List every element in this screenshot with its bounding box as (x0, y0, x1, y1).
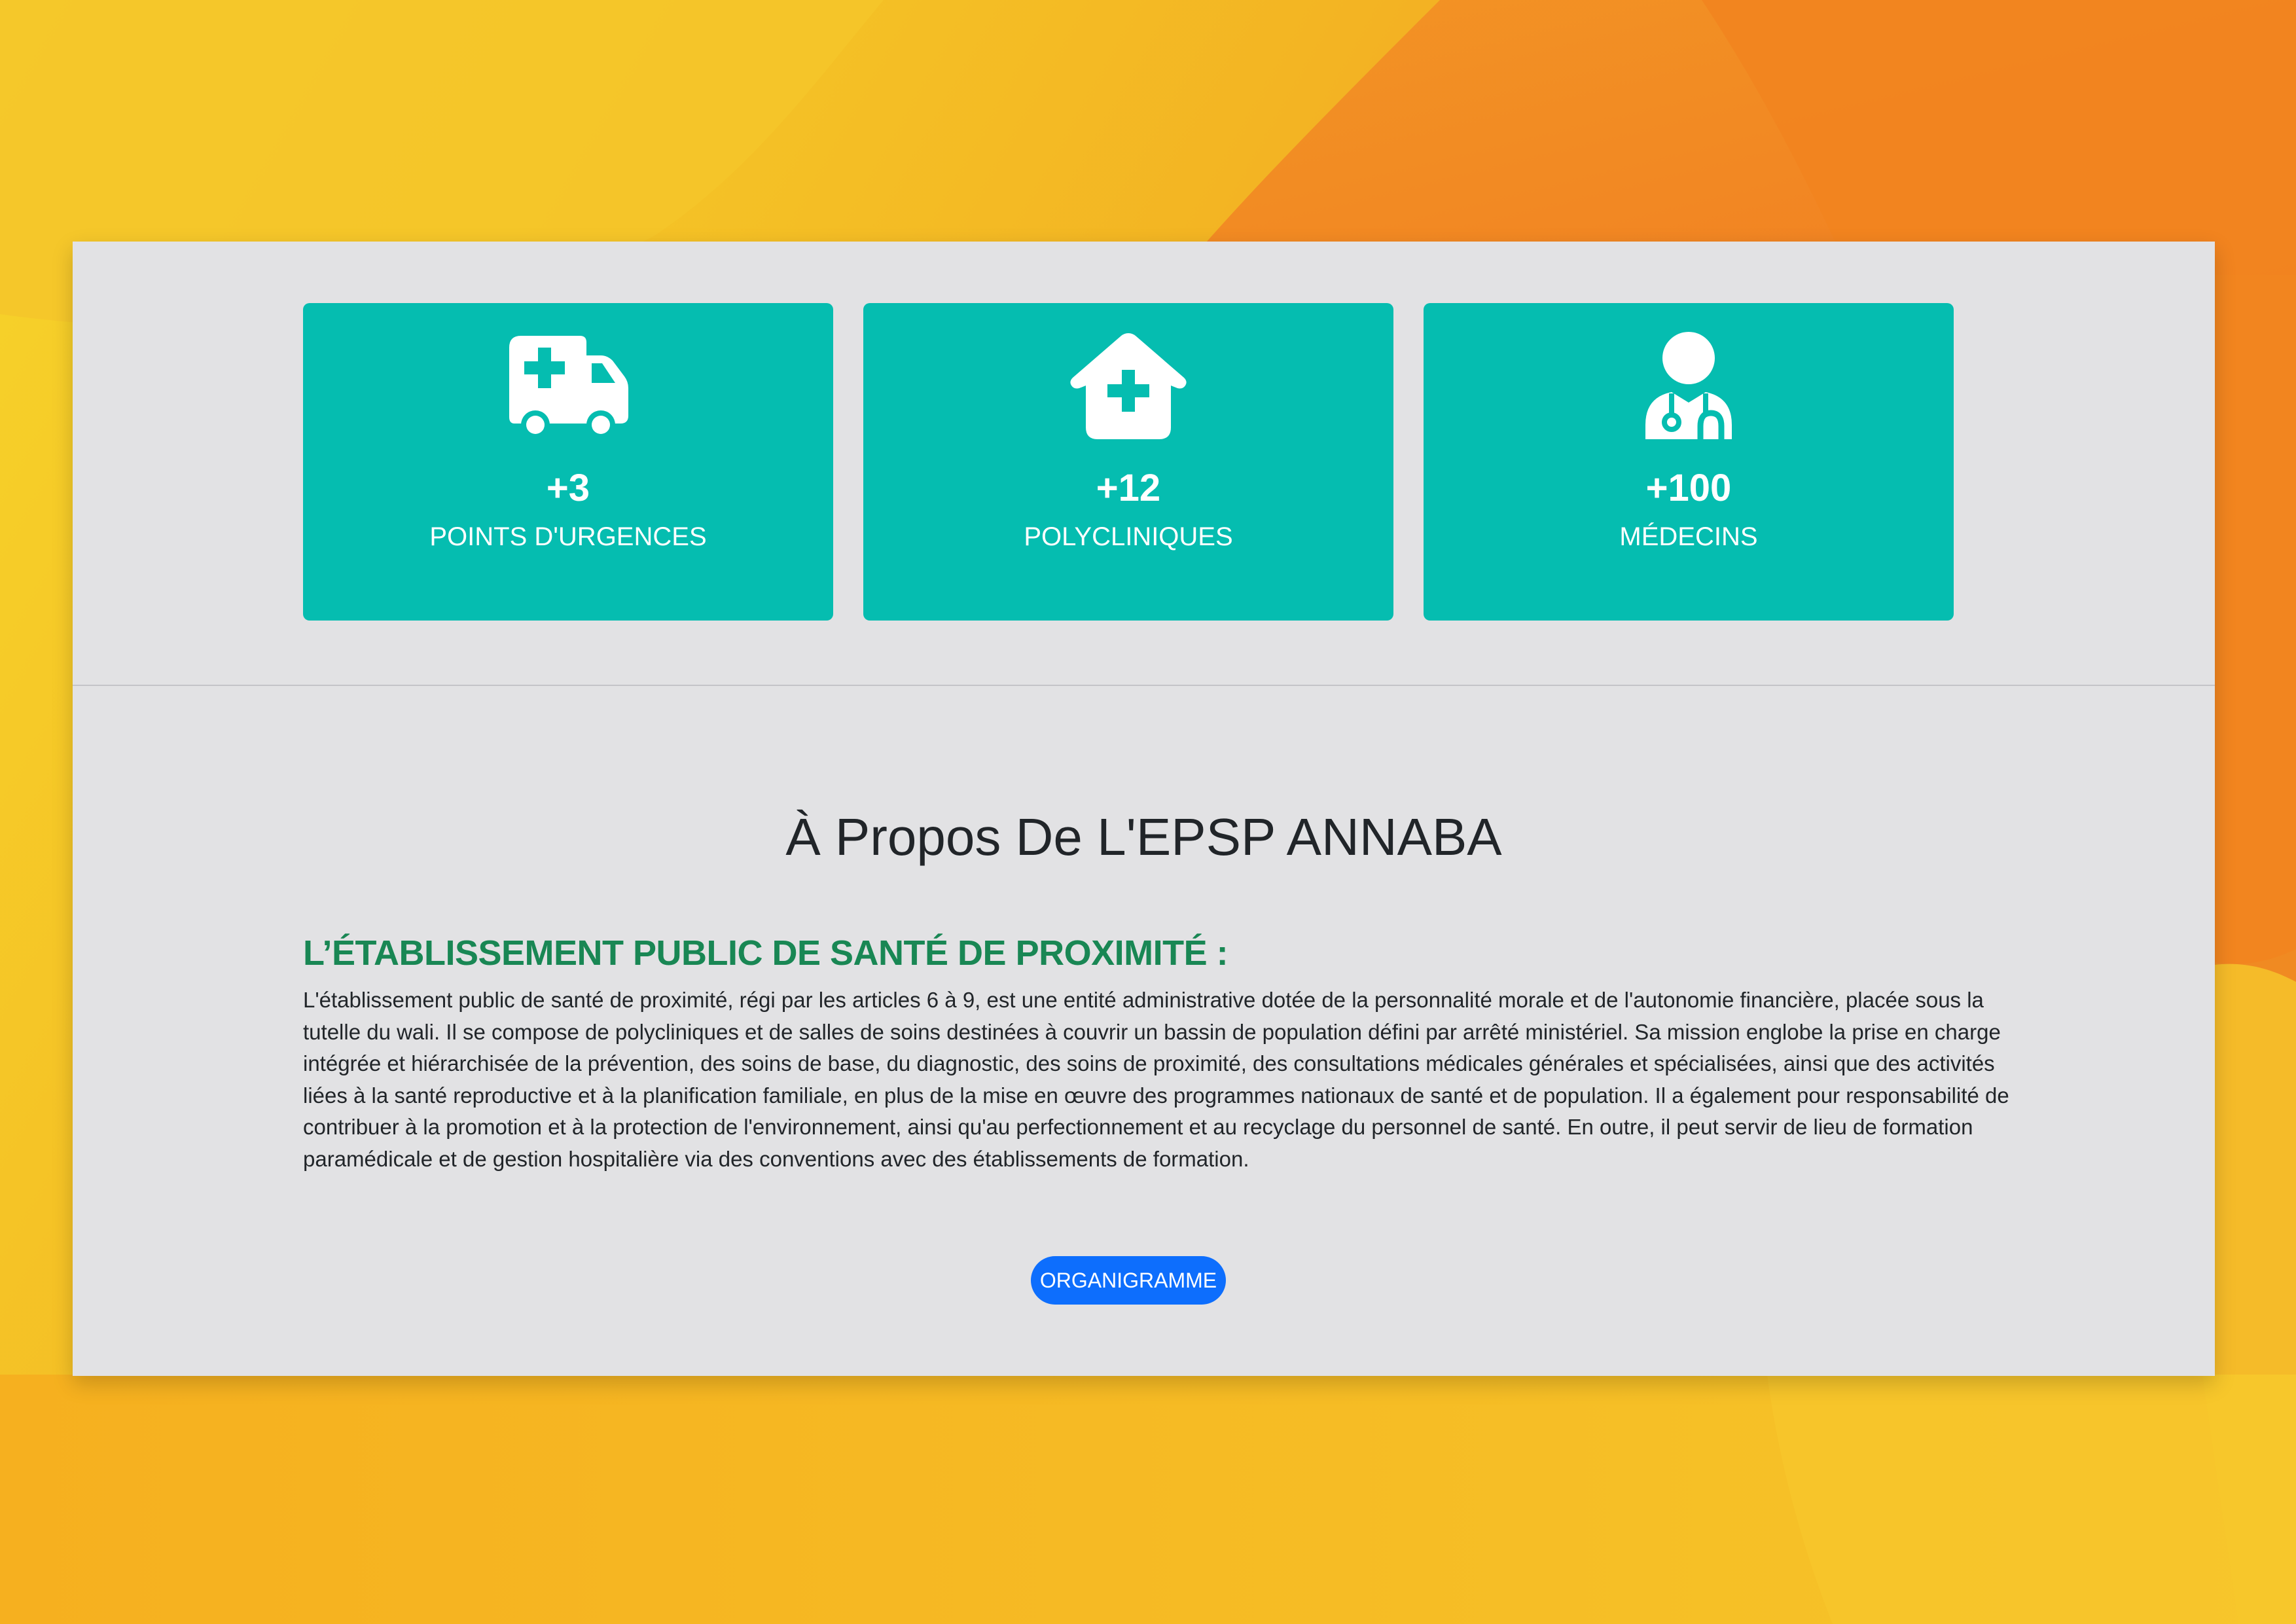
stat-label: POINTS D'URGENCES (429, 522, 707, 551)
clinic-house-icon (863, 329, 1393, 447)
browser-page: +3 POINTS D'URGENCES +12 POLYCLINIQUES +… (73, 242, 2215, 1376)
stat-card-urgences: +3 POINTS D'URGENCES (303, 303, 833, 621)
doctor-icon (1424, 329, 1954, 447)
section-subtitle: L’ÉTABLISSEMENT PUBLIC DE SANTÉ DE PROXI… (303, 933, 1229, 973)
about-paragraph: L'établissement public de santé de proxi… (303, 988, 2009, 1171)
stat-count: +100 (1645, 467, 1732, 509)
about-title: À Propos De L'EPSP ANNABA (785, 808, 1502, 866)
stat-count: +12 (1096, 467, 1161, 509)
stat-card-medecins: +100 MÉDECINS (1424, 303, 1954, 621)
stat-label: MÉDECINS (1619, 522, 1758, 551)
ambulance-icon (303, 329, 833, 447)
stat-label: POLYCLINIQUES (1024, 522, 1233, 551)
stat-card-polycliniques: +12 POLYCLINIQUES (863, 303, 1393, 621)
stat-count: +3 (546, 467, 590, 509)
stats-section: +3 POINTS D'URGENCES +12 POLYCLINIQUES +… (73, 242, 2215, 686)
organigramme-button[interactable]: ORGANIGRAMME (1031, 1256, 1226, 1305)
